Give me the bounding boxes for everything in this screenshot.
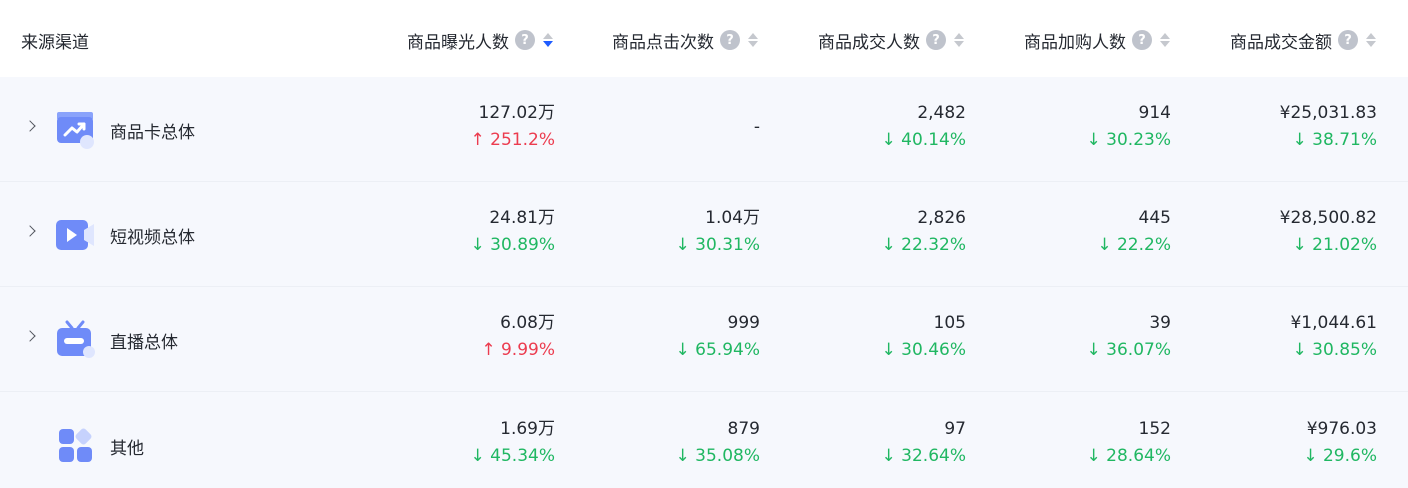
metric-cell: 914 ↓ 30.23% xyxy=(971,101,1171,152)
metric-cell: 39 ↓ 36.07% xyxy=(971,311,1171,362)
metric-change: ↓ 45.34% xyxy=(470,446,555,466)
table-header: 来源渠道 商品曝光人数 ? 商品点击次数 ? 商品成交人数 ? 商品加购人数 ?… xyxy=(0,4,1408,76)
metric-cell: 105 ↓ 30.46% xyxy=(766,311,966,362)
sort-icon[interactable] xyxy=(541,30,555,50)
metric-cell: ¥28,500.82 ↓ 21.02% xyxy=(1177,206,1377,257)
metric-value: 1.69万 xyxy=(500,419,555,439)
header-label: 商品点击次数 xyxy=(612,32,714,53)
metric-value: 445 xyxy=(1138,208,1171,228)
metric-change: ↓ 38.71% xyxy=(1292,130,1377,150)
metric-change: ↓ 30.31% xyxy=(675,235,760,255)
header-label: 商品成交人数 xyxy=(818,32,920,53)
metric-value: 879 xyxy=(727,419,760,439)
metric-change: ↓ 21.02% xyxy=(1292,235,1377,255)
metric-change: ↓ 30.89% xyxy=(470,235,555,255)
metric-value: 24.81万 xyxy=(489,208,555,228)
live-tv-icon xyxy=(57,320,95,358)
metric-cell: 1.69万 ↓ 45.34% xyxy=(355,417,555,468)
metric-value: 6.08万 xyxy=(500,313,555,333)
metric-value: ¥1,044.61 xyxy=(1290,313,1377,333)
metric-value: 2,482 xyxy=(917,103,966,123)
help-icon[interactable]: ? xyxy=(926,30,946,50)
metric-cell: ¥1,044.61 ↓ 30.85% xyxy=(1177,311,1377,362)
channel-name: 直播总体 xyxy=(110,333,178,353)
table-row: 短视频总体 24.81万 ↓ 30.89% 1.04万 ↓ 30.31% 2,8… xyxy=(0,182,1408,287)
metric-change: ↓ 22.2% xyxy=(1097,235,1171,255)
table-row: 商品卡总体 127.02万 ↑ 251.2% - 2,482 ↓ 40.14% … xyxy=(0,77,1408,182)
expand-chevron-icon[interactable] xyxy=(22,287,38,391)
expand-chevron-icon[interactable] xyxy=(22,182,38,286)
metric-change: ↓ 65.94% xyxy=(675,340,760,360)
metric-cell: 97 ↓ 32.64% xyxy=(766,417,966,468)
metric-value: 39 xyxy=(1149,313,1171,333)
metric-change: ↓ 35.08% xyxy=(675,446,760,466)
metric-value: ¥25,031.83 xyxy=(1279,103,1377,123)
metric-change: ↓ 22.32% xyxy=(881,235,966,255)
metric-change: ↓ 40.14% xyxy=(881,130,966,150)
metric-change: ↓ 30.23% xyxy=(1086,130,1171,150)
metric-change: ↓ 28.64% xyxy=(1086,446,1171,466)
metric-value: ¥976.03 xyxy=(1306,419,1377,439)
metric-change: ↓ 30.85% xyxy=(1292,340,1377,360)
channel-table: 来源渠道 商品曝光人数 ? 商品点击次数 ? 商品成交人数 ? 商品加购人数 ?… xyxy=(0,0,1408,488)
sort-icon[interactable] xyxy=(1364,30,1378,50)
other-grid-icon xyxy=(59,428,92,462)
help-icon[interactable]: ? xyxy=(1338,30,1358,50)
metric-cell: 445 ↓ 22.2% xyxy=(971,206,1171,257)
header-col-gmv[interactable]: 商品成交金额 ? xyxy=(1172,4,1378,76)
metric-change: ↓ 30.46% xyxy=(881,340,966,360)
metric-value: 914 xyxy=(1138,103,1171,123)
sort-icon[interactable] xyxy=(746,30,760,50)
sort-icon[interactable] xyxy=(1158,30,1172,50)
metric-value: - xyxy=(753,117,760,137)
table-row: 其他 1.69万 ↓ 45.34% 879 ↓ 35.08% 97 ↓ 32.6… xyxy=(0,392,1408,488)
metric-value: 2,826 xyxy=(917,208,966,228)
expand-chevron-icon[interactable] xyxy=(22,77,38,181)
channel-name: 商品卡总体 xyxy=(110,123,195,143)
help-icon[interactable]: ? xyxy=(720,30,740,50)
header-col-buyers[interactable]: 商品成交人数 ? xyxy=(760,4,966,76)
metric-cell: 1.04万 ↓ 30.31% xyxy=(560,206,760,257)
metric-cell: 127.02万 ↑ 251.2% xyxy=(355,101,555,152)
metric-cell: 999 ↓ 65.94% xyxy=(560,311,760,362)
help-icon[interactable]: ? xyxy=(515,30,535,50)
product-card-icon xyxy=(57,112,94,149)
header-label: 商品曝光人数 xyxy=(407,32,509,53)
metric-value: 999 xyxy=(727,313,760,333)
help-icon[interactable]: ? xyxy=(1132,30,1152,50)
metric-value: 105 xyxy=(933,313,966,333)
metric-change: ↓ 29.6% xyxy=(1303,446,1377,466)
metric-cell: - xyxy=(560,115,760,139)
metric-change: ↑ 9.99% xyxy=(481,340,555,360)
metric-value: 152 xyxy=(1138,419,1171,439)
header-col-clicks[interactable]: 商品点击次数 ? xyxy=(555,4,760,76)
metric-cell: 2,826 ↓ 22.32% xyxy=(766,206,966,257)
metric-cell: ¥25,031.83 ↓ 38.71% xyxy=(1177,101,1377,152)
metric-cell: ¥976.03 ↓ 29.6% xyxy=(1177,417,1377,468)
header-source-channel: 来源渠道 xyxy=(21,32,89,53)
sort-icon[interactable] xyxy=(952,30,966,50)
metric-cell: 152 ↓ 28.64% xyxy=(971,417,1171,468)
metric-cell: 2,482 ↓ 40.14% xyxy=(766,101,966,152)
channel-name: 短视频总体 xyxy=(110,228,195,248)
table-row: 直播总体 6.08万 ↑ 9.99% 999 ↓ 65.94% 105 ↓ 30… xyxy=(0,287,1408,392)
metric-change: ↓ 32.64% xyxy=(881,446,966,466)
header-label: 商品加购人数 xyxy=(1024,32,1126,53)
metric-value: 127.02万 xyxy=(478,103,555,123)
metric-cell: 879 ↓ 35.08% xyxy=(560,417,760,468)
header-col-exposure[interactable]: 商品曝光人数 ? xyxy=(350,4,555,76)
metric-change: ↓ 36.07% xyxy=(1086,340,1171,360)
channel-name: 其他 xyxy=(110,439,144,459)
metric-change: ↑ 251.2% xyxy=(470,130,555,150)
short-video-icon xyxy=(56,220,94,250)
header-label: 商品成交金额 xyxy=(1230,32,1332,53)
metric-cell: 24.81万 ↓ 30.89% xyxy=(355,206,555,257)
metric-cell: 6.08万 ↑ 9.99% xyxy=(355,311,555,362)
metric-value: ¥28,500.82 xyxy=(1279,208,1377,228)
metric-value: 97 xyxy=(944,419,966,439)
metric-value: 1.04万 xyxy=(705,208,760,228)
header-col-add-to-cart[interactable]: 商品加购人数 ? xyxy=(966,4,1172,76)
